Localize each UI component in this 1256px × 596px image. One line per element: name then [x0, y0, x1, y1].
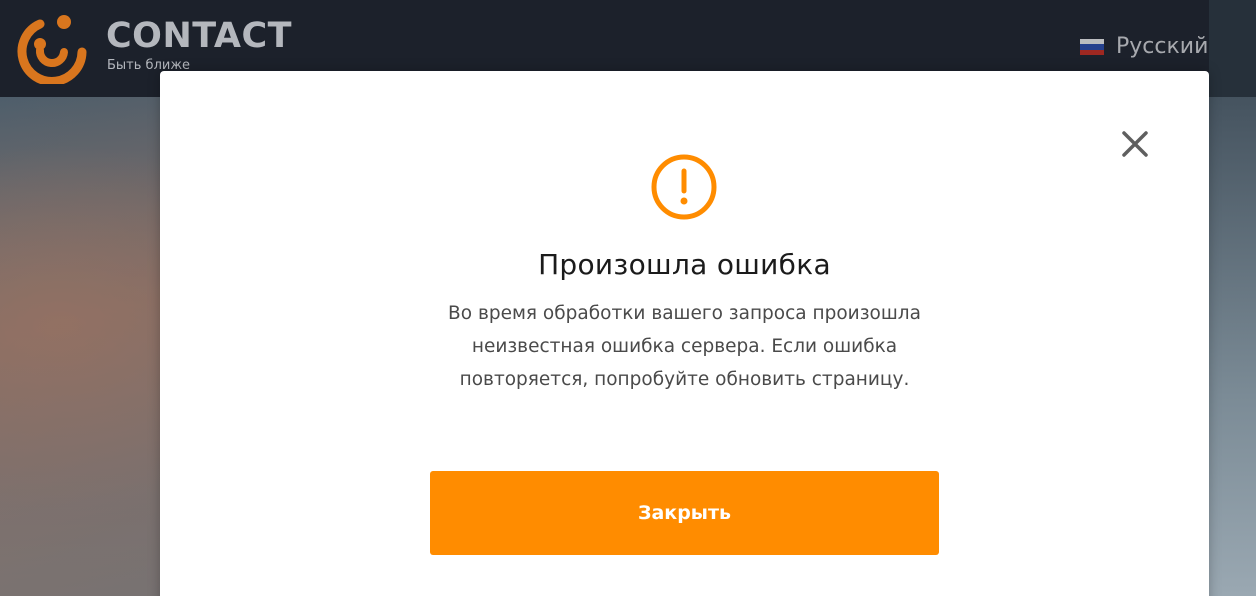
dialog-title: Произошла ошибка — [538, 248, 831, 281]
language-selector[interactable]: Русский — [1080, 32, 1208, 62]
brand-name[interactable]: CONTACT — [106, 14, 292, 58]
header-right-shade — [1209, 0, 1256, 97]
dialog-message-line: повторяется, попробуйте обновить страниц… — [459, 369, 910, 390]
close-icon[interactable] — [1120, 129, 1150, 159]
background-left-glow — [0, 97, 160, 596]
close-button[interactable]: Закрыть — [430, 471, 939, 555]
contact-logo-icon[interactable] — [14, 10, 88, 84]
error-dialog: Произошла ошибка Во время обработки ваше… — [160, 71, 1209, 596]
background-right-sky — [1209, 97, 1256, 596]
app-root: CONTACT Быть ближе Русский Произошла оши… — [0, 0, 1256, 596]
alert-circle-icon — [651, 154, 717, 220]
language-label: Русский — [1116, 34, 1209, 59]
dialog-message: Во время обработки вашего запроса произо… — [414, 297, 955, 396]
dialog-message-line: Во время обработки вашего запроса произо… — [448, 303, 921, 324]
russia-flag-icon — [1080, 39, 1104, 55]
dialog-message-line: неизвестная ошибка сервера. Если ошибка — [471, 336, 898, 357]
